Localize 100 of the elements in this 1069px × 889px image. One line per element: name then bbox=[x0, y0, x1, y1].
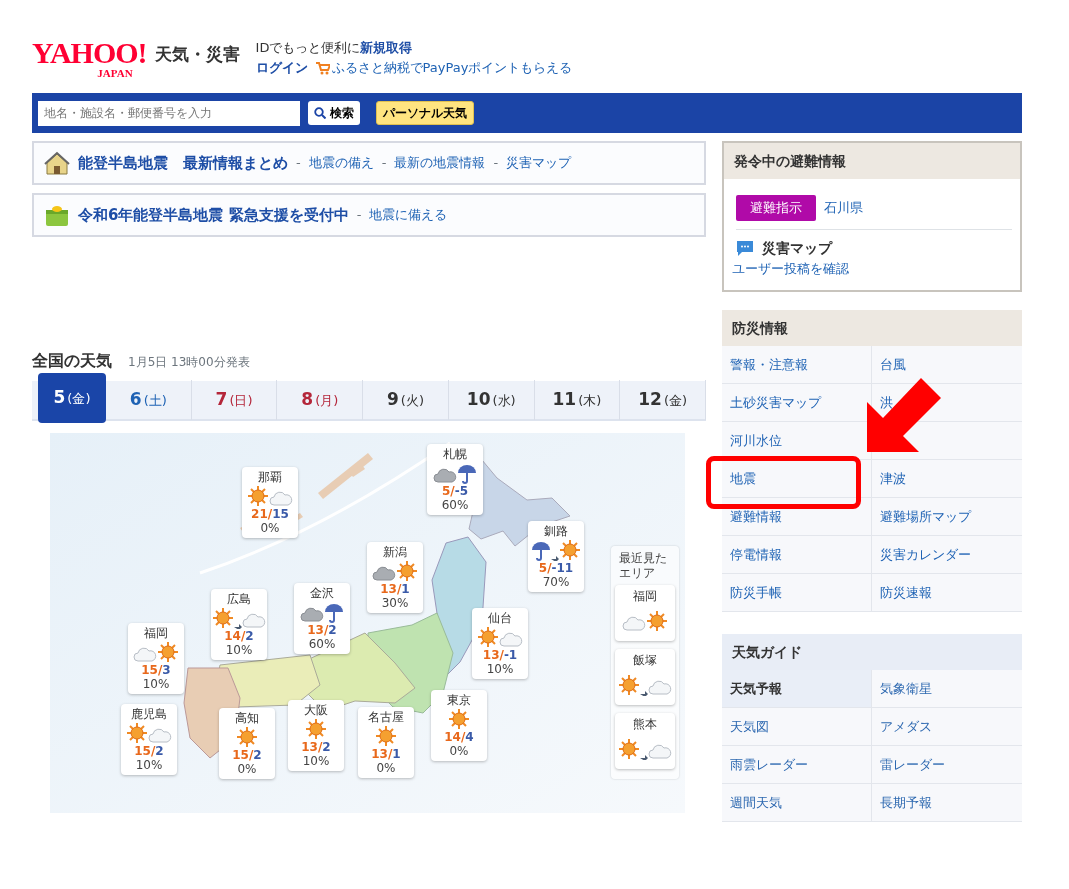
umbrella-icon bbox=[531, 541, 551, 561]
disaster-info-link[interactable]: 防災速報 bbox=[880, 582, 932, 603]
user-posts-link[interactable]: ユーザー投稿を確認 bbox=[732, 258, 849, 278]
cloud-icon bbox=[648, 678, 672, 696]
disaster-info-link[interactable]: 避難場所マップ bbox=[880, 506, 971, 527]
temperature: 15/2 bbox=[231, 748, 263, 762]
personal-weather-button[interactable]: パーソナル天気 bbox=[376, 101, 474, 125]
city-weather-card[interactable]: 仙台 13/-1 10% bbox=[472, 608, 528, 679]
sun-icon bbox=[559, 539, 581, 561]
temperature: 15/3 bbox=[140, 663, 172, 677]
recent-area-card[interactable]: 熊本 bbox=[615, 713, 675, 769]
city-name: 仙台 bbox=[487, 611, 513, 626]
disaster-map-title: 災害マップ bbox=[762, 238, 832, 258]
day-tab[interactable]: 7(日) bbox=[191, 380, 278, 420]
weather-guide-link[interactable]: アメダス bbox=[872, 708, 1022, 746]
sun-icon bbox=[618, 674, 640, 696]
then-arrow-icon bbox=[234, 621, 242, 629]
precipitation-chance: 60% bbox=[307, 637, 337, 651]
day-tab[interactable]: 10(水) bbox=[448, 380, 535, 420]
cloud-icon bbox=[133, 645, 157, 663]
city-name: 札幌 bbox=[442, 447, 468, 462]
day-tab[interactable]: 11(木) bbox=[534, 380, 621, 420]
disaster-info-link[interactable]: 停電情報 bbox=[730, 544, 782, 565]
recent-area-card[interactable]: 福岡 bbox=[615, 585, 675, 641]
precipitation-chance: 10% bbox=[485, 662, 515, 676]
sun-icon bbox=[247, 485, 269, 507]
precipitation-chance: 10% bbox=[141, 677, 171, 691]
day-tab[interactable]: 8(月) bbox=[277, 380, 364, 420]
precipitation-chance: 10% bbox=[224, 643, 254, 657]
furusato-link[interactable]: ふるさと納税でPayPayポイントもらえる bbox=[331, 58, 573, 78]
city-name: 名古屋 bbox=[367, 710, 405, 725]
day-tab[interactable]: 9(火) bbox=[363, 380, 449, 420]
city-weather-card[interactable]: 高知 15/2 0% bbox=[219, 708, 275, 779]
city-weather-card[interactable]: 那覇 21/15 0% bbox=[242, 467, 298, 538]
precipitation-chance: 0% bbox=[375, 761, 397, 775]
banner-link[interactable]: 地震の備え bbox=[308, 153, 374, 173]
disaster-info-link[interactable]: 河川水位 bbox=[730, 430, 782, 451]
disaster-info-link[interactable]: 防災手帳 bbox=[730, 582, 782, 603]
city-weather-card[interactable]: 新潟 13/1 30% bbox=[367, 542, 423, 613]
signup-link[interactable]: 新規取得 bbox=[360, 40, 413, 55]
search-button[interactable]: 検索 bbox=[308, 101, 360, 125]
banner-title-link[interactable]: 令和6年能登半島地震 緊急支援を受付中 bbox=[78, 203, 349, 227]
banner-link[interactable]: 最新の地震情報 bbox=[394, 153, 486, 173]
day-tab[interactable]: 5(金) bbox=[38, 373, 106, 423]
temperature: 5/-11 bbox=[537, 561, 575, 575]
sun-icon bbox=[646, 610, 668, 632]
panel-header: 発令中の避難情報 bbox=[724, 143, 1020, 179]
city-weather-card[interactable]: 大阪 13/2 10% bbox=[288, 700, 344, 771]
weather-guide-link[interactable]: 天気予報 bbox=[722, 670, 872, 708]
umbrella-icon bbox=[457, 464, 477, 484]
sun-icon bbox=[375, 725, 397, 747]
logo-subtext[interactable]: JAPAN bbox=[32, 68, 147, 79]
weather-guide-link[interactable]: 長期予報 bbox=[872, 784, 1022, 822]
banner-title-link[interactable]: 能登半島地震 最新情報まとめ bbox=[78, 151, 288, 175]
city-name: 熊本 bbox=[632, 717, 658, 732]
disaster-info-link[interactable]: 土砂災害マップ bbox=[730, 392, 821, 413]
city-weather-card[interactable]: 釧路 5/-11 70% bbox=[528, 521, 584, 592]
sun-icon bbox=[212, 607, 234, 629]
search-field[interactable]: 地名・施設名・郵便番号を入力 bbox=[38, 100, 300, 126]
city-weather-card[interactable]: 福岡 15/3 10% bbox=[128, 623, 184, 694]
city-name: 飯塚 bbox=[632, 653, 658, 668]
separator-text: - bbox=[356, 206, 362, 225]
disaster-info-link[interactable]: 津波 bbox=[880, 468, 906, 489]
banner-link[interactable]: 災害マップ bbox=[506, 153, 572, 173]
prefecture-link[interactable]: 石川県 bbox=[824, 198, 863, 218]
logo-text[interactable]: YAHOO! bbox=[32, 38, 147, 68]
city-weather-card[interactable]: 名古屋 13/1 0% bbox=[358, 707, 414, 778]
banner-link[interactable]: 地震に備える bbox=[369, 205, 448, 225]
cloud-icon bbox=[622, 614, 646, 632]
city-weather-card[interactable]: 東京 14/4 0% bbox=[431, 690, 487, 761]
city-name: 那覇 bbox=[257, 470, 283, 485]
day-tab[interactable]: 6(土) bbox=[106, 380, 192, 420]
disaster-info-link[interactable]: 災害カレンダー bbox=[880, 544, 971, 565]
cloud-icon bbox=[242, 611, 266, 629]
city-name: 釧路 bbox=[543, 524, 569, 539]
city-weather-card[interactable]: 鹿児島 15/2 10% bbox=[121, 704, 177, 775]
cloud-icon bbox=[433, 466, 457, 484]
weather-guide-link[interactable]: 天気図 bbox=[722, 708, 872, 746]
disaster-info-link[interactable]: 避難情報 bbox=[730, 506, 782, 527]
disaster-info-link[interactable]: 警報・注意報 bbox=[730, 354, 808, 375]
city-weather-card[interactable]: 金沢 13/2 60% bbox=[294, 583, 350, 654]
city-name: 大阪 bbox=[303, 703, 329, 718]
day-tab[interactable]: 12(金) bbox=[620, 380, 707, 420]
login-link[interactable]: ログイン bbox=[255, 58, 308, 78]
weather-guide-link[interactable]: 雷レーダー bbox=[872, 746, 1022, 784]
city-weather-card[interactable]: 札幌 5/-5 60% bbox=[427, 444, 483, 515]
city-weather-card[interactable]: 広島 14/2 10% bbox=[211, 589, 267, 660]
weather-guide-link[interactable]: 週間天気 bbox=[722, 784, 872, 822]
disaster-info-link[interactable]: 洪 bbox=[880, 392, 893, 413]
precipitation-chance: 0% bbox=[236, 762, 258, 776]
city-name: 金沢 bbox=[309, 586, 335, 601]
cloud-icon bbox=[269, 489, 293, 507]
sun-icon bbox=[157, 641, 179, 663]
weather-guide-link[interactable]: 気象衛星 bbox=[872, 670, 1022, 708]
chat-icon bbox=[736, 239, 754, 257]
weather-guide-link[interactable]: 雨雲レーダー bbox=[722, 746, 872, 784]
evacuation-level-label: 避難指示 bbox=[736, 195, 816, 221]
disaster-info-link[interactable]: 台風 bbox=[880, 354, 906, 375]
recent-area-card[interactable]: 飯塚 bbox=[615, 649, 675, 705]
disaster-info-link[interactable]: 地震 bbox=[730, 468, 756, 489]
